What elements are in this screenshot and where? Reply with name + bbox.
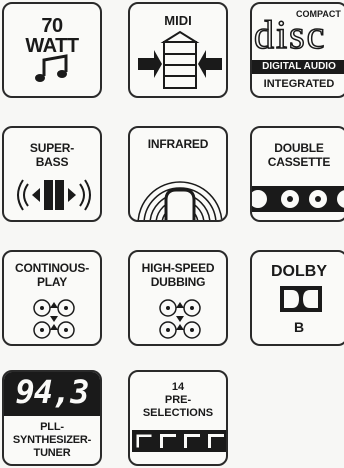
stacked-components-arrows-icon [138,30,222,89]
infrared-label: INFRARED [144,138,212,151]
tile-70-watt: 70 WATT [2,2,102,98]
cd-mid: DIGITAL AUDIO [262,61,336,72]
tuner-line1: PLL- [40,421,64,433]
preset-buttons-icon [132,430,226,452]
cd-bottom: INTEGRATED [263,78,335,90]
speaker-arrows-icon [17,179,91,211]
tile-dolby-b: DOLBY B [250,250,344,346]
tuner-line3: TUNER [33,447,71,459]
tile-midi: MIDI [128,2,228,98]
tile-14-pre-selections: 14 PRE- SELECTIONS [128,370,228,466]
tuner-frequency-display: 94,3 [15,373,89,411]
dolby-line2: B [293,319,305,335]
reels-arrows-icon [159,299,201,339]
tile-infrared: INFRARED [128,126,228,222]
cassette-reels-icon [252,186,344,212]
tile-continous-play: CONTINOUS- PLAY [2,250,102,346]
tile-high-speed-dubbing: HIGH-SPEED DUBBING [128,250,228,346]
music-note-icon [35,54,68,82]
tuner-line2: SYNTHESIZER- [12,434,92,446]
tile-super-bass: SUPER- BASS [2,126,102,222]
tile-compact-disc: COMPACT disc DIGITAL AUDIO INTEGRATED [250,2,344,98]
tile-double-cassette: DOUBLE CASSETTE [250,126,344,222]
cd-logo: disc [253,12,327,57]
reels-arrows-icon [33,299,75,339]
tile-pll-tuner: 94,3 PLL- SYNTHESIZER- TUNER [2,370,102,466]
